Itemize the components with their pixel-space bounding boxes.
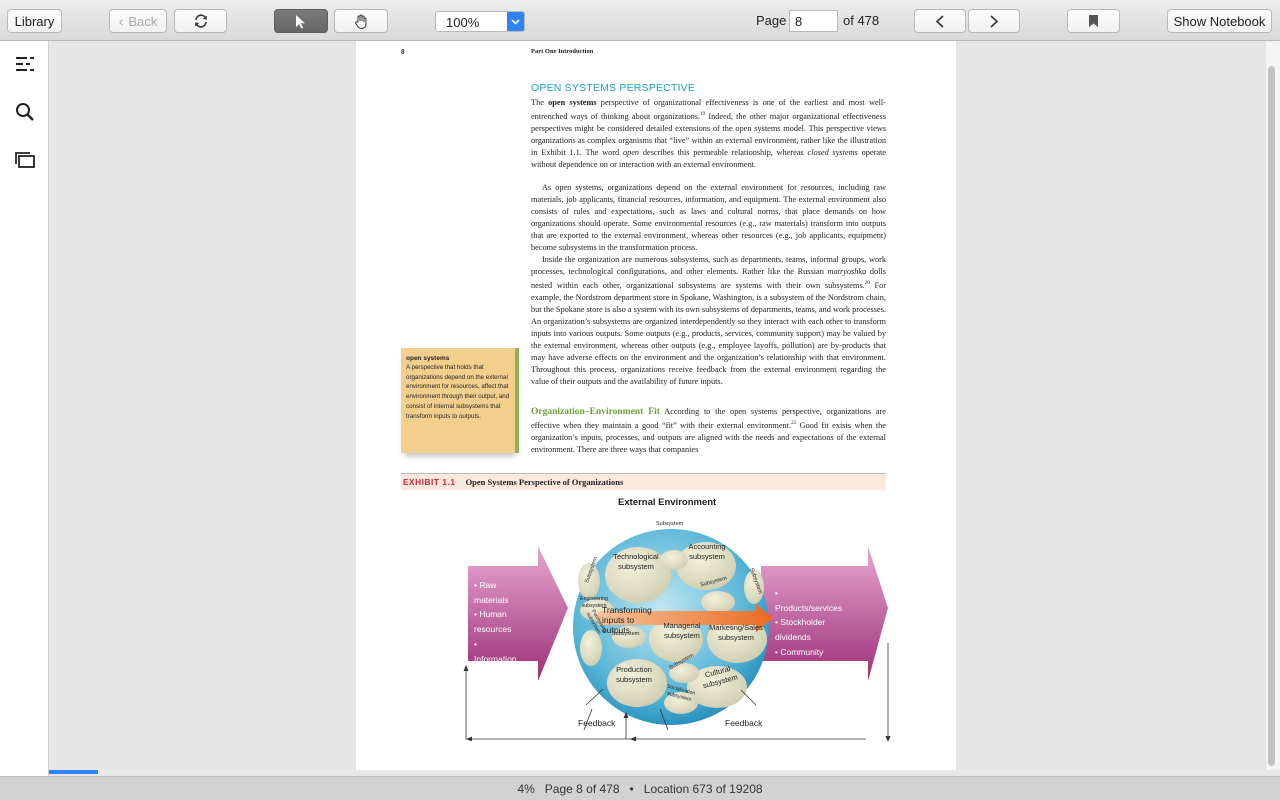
input-item: • Human resources	[474, 609, 512, 635]
definition-text: A perspective that holds that organizati…	[406, 364, 510, 420]
definition-term: open systems	[406, 355, 450, 362]
subheading: Organization–Environment Fit	[531, 407, 660, 417]
search-icon[interactable]	[14, 101, 36, 123]
subsystem-label: Subsystem	[612, 631, 640, 637]
inputs-list: • Raw materials • Human resources • Info…	[474, 578, 517, 725]
page-number: 8	[401, 48, 405, 56]
scrollbar-thumb[interactable]	[1268, 66, 1275, 766]
exhibit-title: Open Systems Perspective of Organization…	[465, 477, 624, 487]
input-item: • Financial resources	[474, 668, 514, 693]
toolbar: Library ‹ Back 100% Page 8 of 478 Show N…	[0, 0, 1280, 41]
page-total: of 478	[843, 13, 880, 28]
paragraph: As open systems, organizations depend on…	[531, 183, 886, 253]
input-item: • Raw materials	[474, 580, 509, 605]
show-notebook-label: Show Notebook	[1173, 13, 1266, 29]
reading-progress-bar	[49, 770, 1265, 774]
sidebar	[0, 41, 49, 776]
output-item: • Waste/pollution	[775, 676, 839, 687]
running-head: Part One Introduction	[531, 48, 594, 55]
bookmark-button[interactable]	[1067, 9, 1120, 33]
book-page: 8 Part One Introduction OPEN SYSTEMS PER…	[356, 41, 956, 770]
input-item: • Equipment	[474, 697, 515, 723]
output-item: • Community support	[775, 646, 824, 672]
feedback-label-left: Feedback	[578, 718, 616, 728]
chevron-left-icon: ‹	[118, 13, 124, 29]
input-item: • Information	[474, 638, 517, 664]
accounting-subsystem-label: Accounting subsystem	[688, 542, 726, 561]
feedback-label-right: Feedback	[725, 718, 763, 728]
show-notebook-button[interactable]: Show Notebook	[1167, 9, 1272, 33]
pointer-icon	[296, 14, 305, 28]
subsystem-label: Subsystem	[656, 521, 684, 527]
technological-subsystem-label: Technological subsystem	[613, 552, 659, 571]
marketing-subsystem-label: Marketing/Sales subsystem	[709, 623, 763, 642]
output-item: • Products/services	[775, 588, 843, 613]
next-page-button[interactable]	[968, 9, 1020, 33]
table-of-contents-icon[interactable]	[14, 53, 36, 75]
reading-area[interactable]: 8 Part One Introduction OPEN SYSTEMS PER…	[49, 41, 1265, 770]
hand-tool-button[interactable]	[334, 9, 388, 33]
chevron-right-icon	[990, 14, 999, 28]
zoom-select[interactable]: 100%	[435, 11, 525, 32]
production-subsystem-label: Production subsystem	[616, 665, 652, 684]
paragraph: Organization–Environment Fit According t…	[531, 407, 886, 454]
paragraph: Inside the organization are numerous sub…	[531, 255, 886, 387]
sync-button[interactable]	[174, 9, 227, 33]
chevron-left-icon	[935, 14, 944, 28]
reading-progress-fill	[49, 770, 98, 774]
outputs-list: • Products/services • Stockholder divide…	[775, 586, 842, 689]
chevron-down-icon	[507, 12, 524, 31]
location-status: Location 673 of 19208	[643, 781, 763, 796]
sync-icon	[194, 14, 207, 28]
back-label: Back	[128, 13, 158, 29]
library-label: Library	[14, 13, 55, 29]
section-title: OPEN SYSTEMS PERSPECTIVE	[531, 82, 696, 94]
page-label: Page	[756, 13, 787, 28]
back-button[interactable]: ‹ Back	[109, 9, 167, 33]
zoom-value: 100%	[446, 15, 480, 30]
exhibit-header: EXHIBIT 1.1 Open Systems Perspective of …	[401, 473, 886, 490]
paragraph: The open systems perspective of organiza…	[531, 98, 887, 169]
exhibit-number: EXHIBIT 1.1	[403, 477, 456, 487]
flashcards-icon[interactable]	[14, 149, 36, 171]
page-status: Page 8 of 478	[544, 781, 620, 796]
output-item: • Stockholder dividends	[775, 617, 826, 643]
managerial-subsystem-label: Managerial subsystem	[663, 621, 701, 640]
previous-page-button[interactable]	[914, 9, 966, 33]
library-button[interactable]: Library	[7, 9, 62, 33]
bookmark-icon	[1089, 15, 1098, 27]
status-bar: 4% Page 8 of 478 • Location 673 of 19208	[0, 776, 1280, 800]
progress-percent: 4%	[517, 781, 535, 796]
page-number-input[interactable]: 8	[789, 10, 838, 32]
select-tool-button[interactable]	[274, 9, 328, 33]
hand-icon	[355, 14, 367, 29]
margin-definition: open systems A perspective that holds th…	[401, 348, 519, 453]
